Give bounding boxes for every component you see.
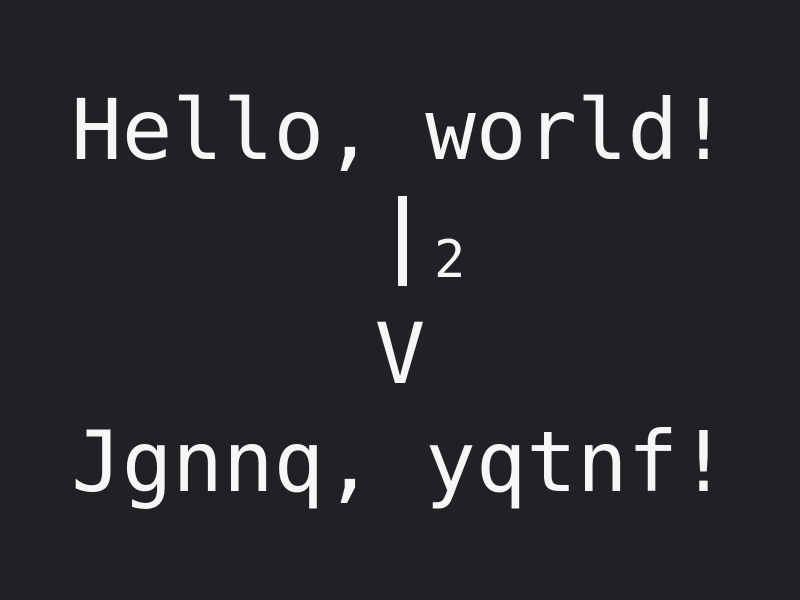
arrow-shaft [398, 196, 407, 286]
shift-amount: 2 [434, 230, 466, 290]
plaintext: Hello, world! [71, 81, 729, 179]
ciphertext: Jgnnq, yqtnf! [71, 413, 729, 511]
arrow-head: V [374, 305, 426, 403]
shift-arrow: 2 V [0, 188, 800, 396]
